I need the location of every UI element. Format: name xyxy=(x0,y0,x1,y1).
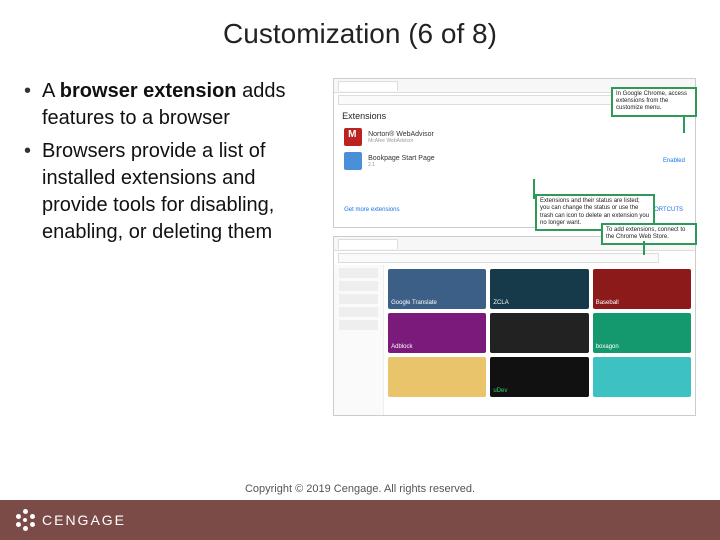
slide: Customization (6 of 8) A browser extensi… xyxy=(0,0,720,540)
arrow-icon xyxy=(533,179,535,199)
extension-status: Enabled xyxy=(663,158,685,164)
image-column: Extensions Norton® WebAdvisor McAfee Web… xyxy=(333,78,696,416)
extension-subtitle: 2.1 xyxy=(368,162,657,168)
extension-row: Norton® WebAdvisor McAfee WebAdvisor xyxy=(334,125,695,149)
brand-name: CENGAGE xyxy=(42,512,126,528)
brand-logo: CENGAGE xyxy=(0,509,126,531)
slide-title: Customization (6 of 8) xyxy=(0,0,720,50)
browser-tab xyxy=(338,81,398,91)
store-tile xyxy=(388,357,486,397)
bullet-1: A browser extension adds features to a b… xyxy=(24,78,325,132)
store-tile: uDev xyxy=(490,357,588,397)
slide-body: A browser extension adds features to a b… xyxy=(0,50,720,416)
store-tile: Baseball xyxy=(593,269,691,309)
store-tile: Adblock xyxy=(388,313,486,353)
store-tile: ZCLA xyxy=(490,269,588,309)
extensions-window: Extensions Norton® WebAdvisor McAfee Web… xyxy=(333,78,696,228)
extension-name: Norton® WebAdvisor xyxy=(368,131,685,138)
bullet-1-bold: browser extension xyxy=(60,80,237,102)
address-bar xyxy=(338,253,659,263)
browser-tab xyxy=(338,239,398,249)
webstore-sidebar xyxy=(334,265,384,415)
text-column: A browser extension adds features to a b… xyxy=(24,78,333,416)
store-tile xyxy=(593,357,691,397)
arrow-icon xyxy=(683,117,685,133)
bullet-2: Browsers provide a list of installed ext… xyxy=(24,138,325,246)
copyright-text: Copyright © 2019 Cengage. All rights res… xyxy=(245,483,475,495)
webstore-window: Google Translate ZCLA Baseball Adblock b… xyxy=(333,236,696,416)
get-more-link: Get more extensions xyxy=(344,207,399,213)
bullet-1-pre: A xyxy=(42,80,60,102)
footer-bar: CENGAGE xyxy=(0,500,720,540)
store-tile: Google Translate xyxy=(388,269,486,309)
arrow-icon xyxy=(643,241,645,255)
cengage-logo-icon xyxy=(14,509,36,531)
extension-name: Bookpage Start Page xyxy=(368,155,657,162)
store-tile: boxagon xyxy=(593,313,691,353)
callout-add-extensions: To add extensions, connect to the Chrome… xyxy=(601,223,697,245)
extension-row: Bookpage Start Page 2.1 Enabled xyxy=(334,149,695,173)
extension-subtitle: McAfee WebAdvisor xyxy=(368,138,685,144)
callout-customize-menu: In Google Chrome, access extensions from… xyxy=(611,87,697,117)
store-tile xyxy=(490,313,588,353)
startpage-icon xyxy=(344,152,362,170)
mcafee-icon xyxy=(344,128,362,146)
webstore-grid: Google Translate ZCLA Baseball Adblock b… xyxy=(384,265,695,401)
